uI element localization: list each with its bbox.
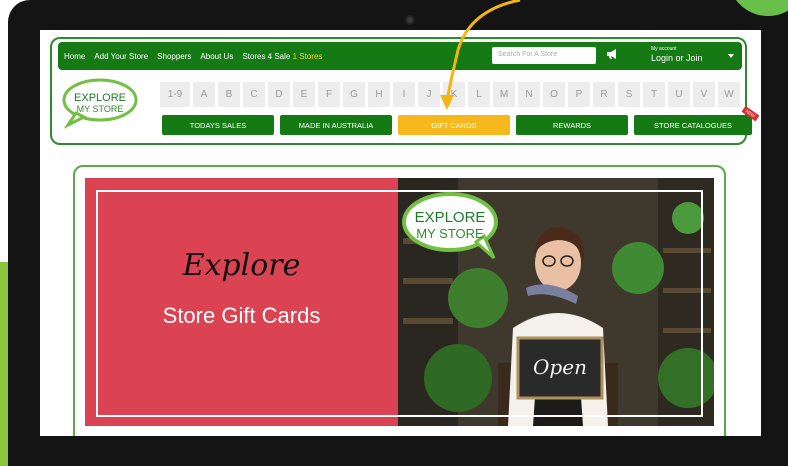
account-menu[interactable]: My account Login or Join: [651, 46, 703, 63]
store-catalogues-label: STORE CATALOGUES: [654, 120, 732, 130]
alpha-c[interactable]: C: [243, 82, 265, 107]
alpha-u[interactable]: U: [668, 82, 690, 107]
site-logo[interactable]: EXPLORE MY STORE: [62, 77, 142, 129]
new-badge: NEW: [740, 105, 759, 122]
alpha-1-9[interactable]: 1-9: [160, 82, 190, 107]
login-or-join[interactable]: Login or Join: [651, 53, 703, 63]
alpha-j[interactable]: J: [418, 82, 440, 107]
logo-line1: EXPLORE: [74, 92, 126, 104]
alpha-g[interactable]: G: [343, 82, 365, 107]
chevron-down-icon[interactable]: [728, 54, 734, 58]
alpha-n[interactable]: N: [518, 82, 540, 107]
alpha-k[interactable]: K: [443, 82, 465, 107]
banner-white-frame: [96, 190, 703, 417]
alphabet-filter: 1-9 A B C D E F G H I J K L M N O P R S …: [160, 82, 740, 107]
alpha-h[interactable]: H: [368, 82, 390, 107]
top-nav-links: Home Add Your Store Shoppers About Us St…: [64, 42, 322, 70]
logo-line2: MY STORE: [77, 104, 124, 114]
alpha-s[interactable]: S: [618, 82, 640, 107]
alpha-o[interactable]: O: [543, 82, 565, 107]
nav-stores-4-sale[interactable]: Stores 4 Sale 1 Stores: [242, 52, 322, 61]
alpha-f[interactable]: F: [318, 82, 340, 107]
gift-cards-button[interactable]: GIFT CARDS: [398, 115, 510, 135]
alpha-t[interactable]: T: [643, 82, 665, 107]
made-in-australia-button[interactable]: MADE IN AUSTRALIA: [280, 115, 392, 135]
alpha-v[interactable]: V: [693, 82, 715, 107]
rewards-button[interactable]: REWARDS: [516, 115, 628, 135]
alpha-a[interactable]: A: [193, 82, 215, 107]
alpha-w[interactable]: W: [718, 82, 740, 107]
nav-home[interactable]: Home: [64, 52, 85, 61]
alpha-e[interactable]: E: [293, 82, 315, 107]
stores-count: 1 Stores: [292, 51, 323, 61]
nav-about-us[interactable]: About Us: [200, 52, 233, 61]
stage: Home Add Your Store Shoppers About Us St…: [0, 0, 788, 466]
alpha-r[interactable]: R: [593, 82, 615, 107]
top-navigation: Home Add Your Store Shoppers About Us St…: [58, 42, 742, 70]
gift-card-banner[interactable]: Explore Store Gift Cards Open EXPLORE MY…: [85, 178, 714, 426]
alpha-m[interactable]: M: [493, 82, 515, 107]
alpha-d[interactable]: D: [268, 82, 290, 107]
megaphone-icon[interactable]: [606, 48, 620, 62]
alpha-p[interactable]: P: [568, 82, 590, 107]
alpha-i[interactable]: I: [393, 82, 415, 107]
alpha-b[interactable]: B: [218, 82, 240, 107]
account-label: My account: [651, 46, 677, 52]
laptop-screen: Home Add Your Store Shoppers About Us St…: [40, 30, 761, 436]
search-input[interactable]: Search For A Store: [492, 47, 596, 64]
category-bar: TODAYS SALES MADE IN AUSTRALIA GIFT CARD…: [162, 105, 759, 135]
nav-add-store[interactable]: Add Your Store: [94, 52, 148, 61]
todays-sales-button[interactable]: TODAYS SALES: [162, 115, 274, 135]
site-header: Home Add Your Store Shoppers About Us St…: [50, 37, 759, 145]
nav-shoppers[interactable]: Shoppers: [157, 52, 191, 61]
alpha-l[interactable]: L: [468, 82, 490, 107]
camera-icon: [405, 15, 415, 25]
store-catalogues-button[interactable]: STORE CATALOGUES NEW: [634, 105, 759, 135]
nav-stores-4-sale-label: Stores 4 Sale: [242, 51, 291, 61]
